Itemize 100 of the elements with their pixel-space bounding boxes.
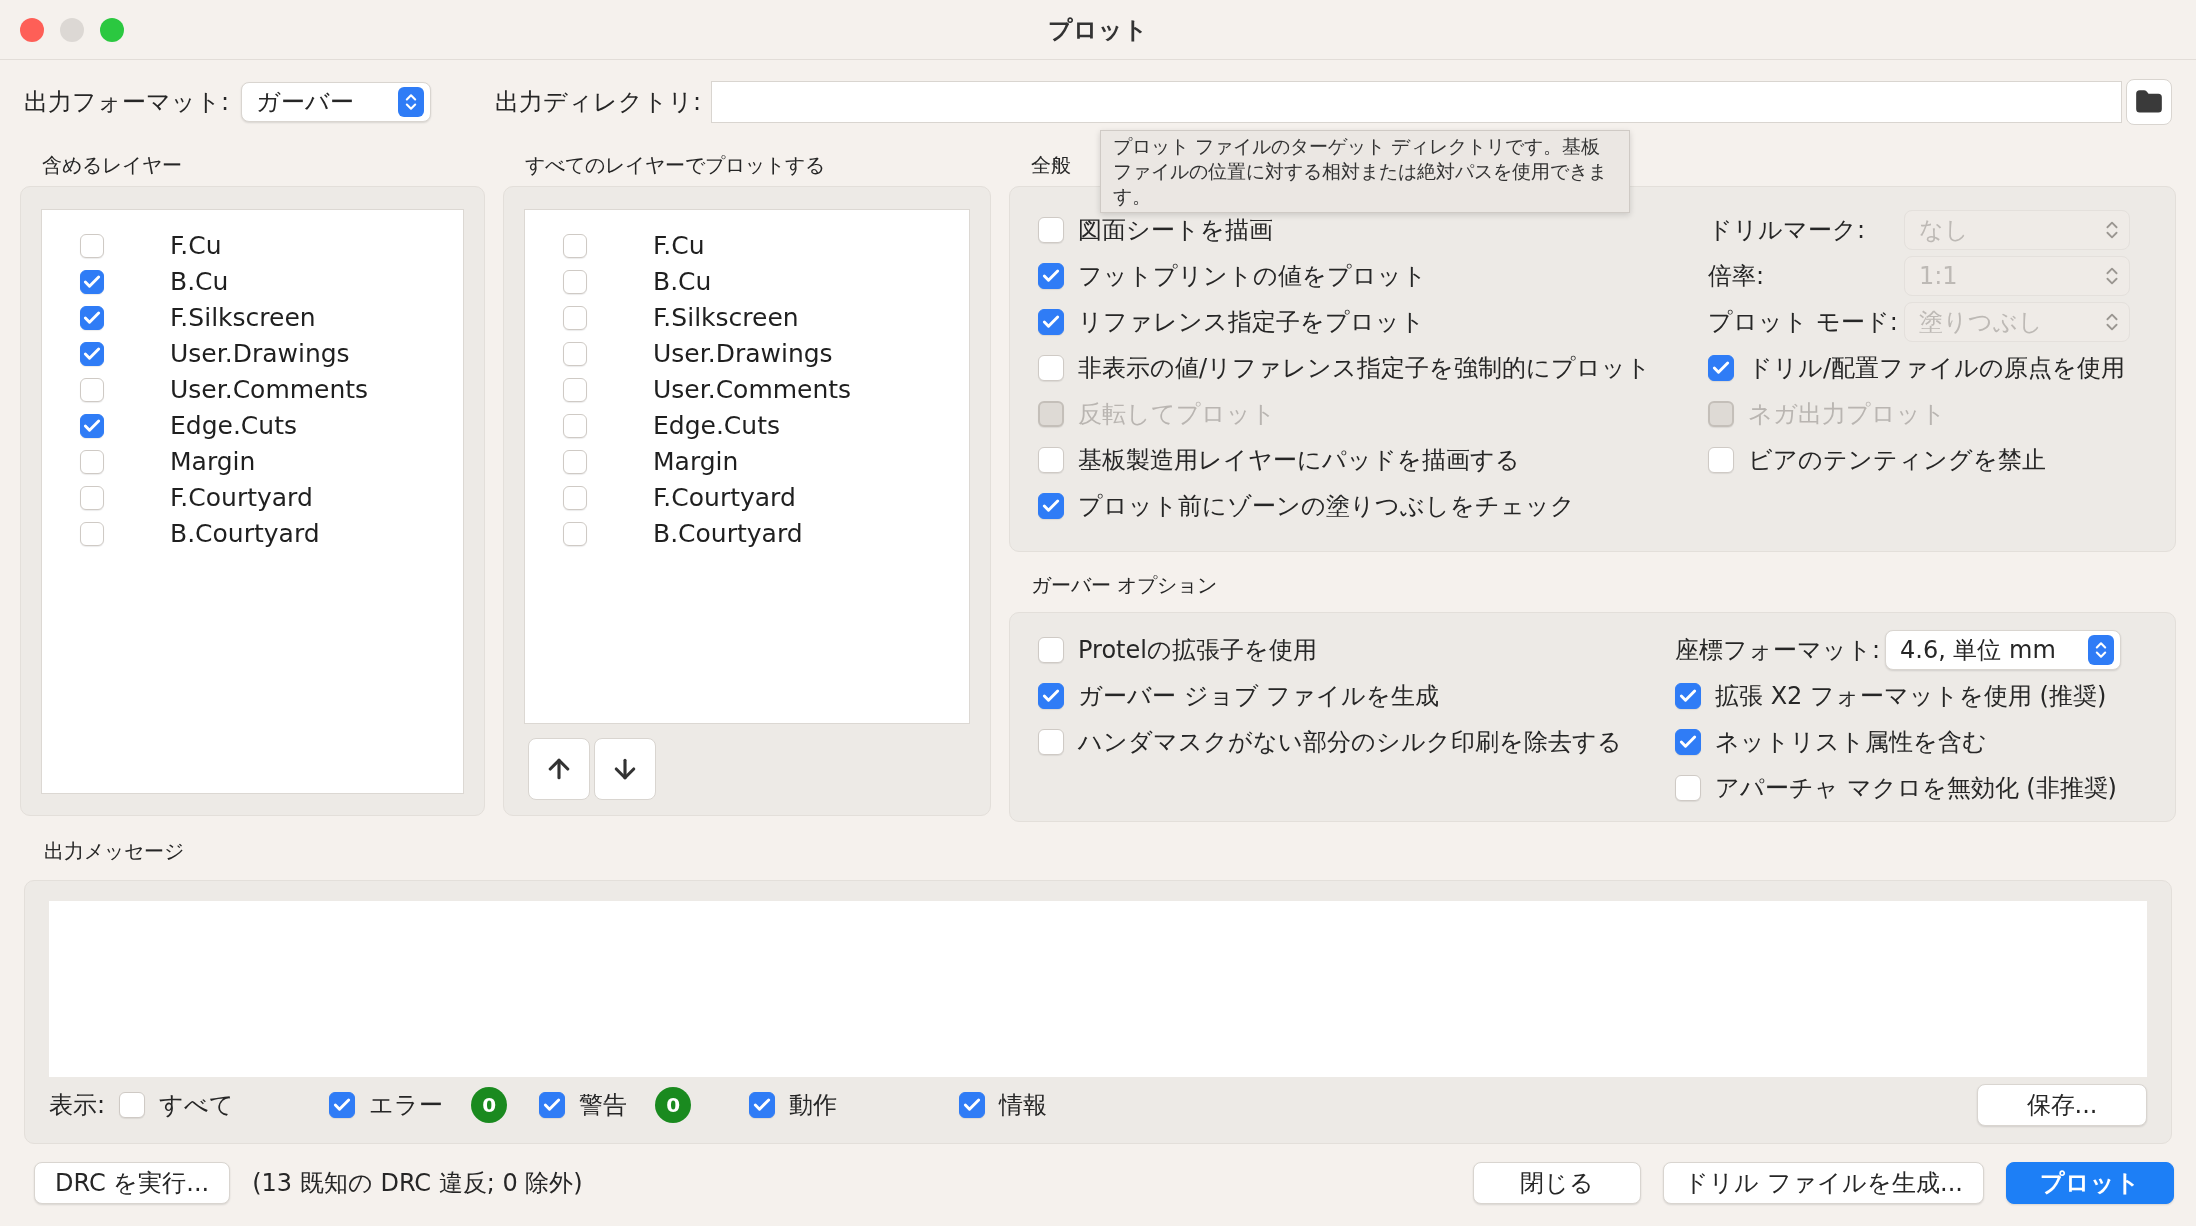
checkbox[interactable] [563,234,587,258]
option-label: プロット前にゾーンの塗りつぶしをチェック [1078,491,1575,522]
checkbox[interactable] [563,342,587,366]
checkbox[interactable] [539,1092,566,1118]
checkbox[interactable] [563,378,587,402]
checkbox[interactable] [959,1092,986,1118]
checkbox[interactable] [1038,729,1064,755]
field-label: プロット モード: [1708,307,1899,338]
run-drc-button[interactable]: DRC を実行... [34,1162,231,1204]
minimize-button[interactable] [60,17,84,42]
checkbox[interactable] [563,306,587,330]
checkbox[interactable] [80,378,104,402]
filter-option[interactable]: 動作 [789,1087,838,1123]
checkbox[interactable] [563,414,587,438]
filter-option[interactable]: 情報 [999,1087,1048,1123]
option-label: リファレンス指定子をプロット [1078,307,1425,338]
dialog-button[interactable]: プロット [2006,1162,2174,1204]
checkbox[interactable] [80,522,104,546]
checkbox[interactable] [80,486,104,510]
section-title: 全般 [1031,152,1071,179]
checkbox[interactable] [1038,355,1064,381]
layer-name[interactable]: B.Courtyard [653,515,803,553]
layer-name[interactable]: F.Courtyard [653,479,796,517]
count-badge: 0 [655,1087,692,1123]
option-label: アパーチャ マクロを無効化 (非推奨) [1715,773,2117,804]
layer-name[interactable]: User.Comments [170,371,369,409]
move-down-button[interactable] [594,738,656,800]
checkbox[interactable] [1038,447,1064,473]
option-label: ドリル/配置ファイルの原点を使用 [1748,353,2126,384]
checkbox[interactable] [1038,637,1064,663]
option-label: ハンダマスクがない部分のシルク印刷を除去する [1078,727,1622,758]
layer-name[interactable]: F.Cu [653,227,705,265]
option-label: ネットリスト属性を含む [1715,727,1987,758]
checkbox[interactable] [80,234,104,258]
layer-name[interactable]: F.Silkscreen [170,299,316,337]
layer-name[interactable]: F.Courtyard [170,479,313,517]
layer-name[interactable]: Edge.Cuts [653,407,780,445]
field-label: 座標フォーマット: [1675,635,1882,666]
option-label: 図面シートを描画 [1078,215,1273,246]
checkbox[interactable] [563,450,587,474]
field-label: 出力フォーマット: [24,87,230,118]
checkbox[interactable] [80,342,104,366]
option-label: 非表示の値/リファレンス指定子を強制的にプロット [1078,353,1652,384]
checkbox[interactable] [1038,683,1064,709]
close-button[interactable] [20,17,44,42]
layer-name[interactable]: B.Cu [170,263,229,301]
checkbox[interactable] [563,486,587,510]
layer-name[interactable]: Margin [170,443,256,481]
dropdown[interactable]: 4.6, 単位 mm [1885,630,2121,670]
field-label: 倍率: [1708,261,1766,292]
filter-option[interactable]: すべて [159,1087,235,1123]
checkbox[interactable] [563,270,587,294]
option-label: 基板製造用レイヤーにパッドを描画する [1078,445,1520,476]
checkbox[interactable] [1675,775,1701,801]
option-label: 拡張 X2 フォーマットを使用 (推奨) [1715,681,2107,712]
option-label: フットプリントの値をプロット [1078,261,1427,292]
field-label: ドリルマーク: [1708,215,1867,246]
drc-status: (13 既知の DRC 違反; 0 除外) [252,1168,583,1199]
checkbox[interactable] [1038,309,1064,335]
layer-name[interactable]: B.Cu [653,263,712,301]
layer-name[interactable]: Margin [653,443,739,481]
checkbox[interactable] [1708,447,1734,473]
layer-name[interactable]: F.Silkscreen [653,299,799,337]
option-label: ガーバー ジョブ ファイルを生成 [1078,681,1440,712]
checkbox[interactable] [1675,683,1701,709]
layer-name[interactable]: User.Drawings [653,335,833,373]
checkbox[interactable] [749,1092,776,1118]
save-button[interactable]: 保存... [1977,1084,2147,1126]
checkbox[interactable] [80,306,104,330]
browse-button[interactable] [2126,79,2172,125]
count-badge: 0 [471,1087,508,1123]
layer-name[interactable]: User.Drawings [170,335,350,373]
dialog-button[interactable]: 閉じる [1473,1162,1642,1204]
checkbox[interactable] [80,270,104,294]
checkbox[interactable] [80,414,104,438]
dialog-button[interactable]: ドリル ファイルを生成... [1663,1162,1984,1204]
format-dropdown[interactable]: ガーバー [241,82,432,122]
layer-name[interactable]: User.Comments [653,371,852,409]
checkbox[interactable] [1708,355,1734,381]
tooltip: プロット ファイルのターゲット ディレクトリです。基板ファイルの位置に対する相対または絶対パスを使用できます。 [1100,130,1630,213]
layer-name[interactable]: B.Courtyard [170,515,320,553]
checkbox[interactable] [119,1092,146,1118]
checkbox[interactable] [1038,217,1064,243]
checkbox[interactable] [1675,729,1701,755]
checkbox[interactable] [80,450,104,474]
filter-option[interactable]: 警告 [579,1087,628,1123]
checkbox[interactable] [1038,263,1064,289]
checkbox[interactable] [329,1092,356,1118]
section-title: すべてのレイヤーでプロットする [525,152,825,179]
section-title: 出力メッセージ [44,838,184,865]
zoom-button[interactable] [100,17,124,42]
checkbox[interactable] [563,522,587,546]
field-label: 出力ディレクトリ: [495,87,702,118]
checkbox[interactable] [1038,493,1064,519]
filter-option[interactable]: エラー [369,1087,444,1123]
move-up-button[interactable] [528,738,590,800]
layer-name[interactable]: Edge.Cuts [170,407,297,445]
directory-field[interactable] [711,81,2122,123]
window-title: プロット [1048,14,1148,46]
layer-name[interactable]: F.Cu [170,227,222,265]
